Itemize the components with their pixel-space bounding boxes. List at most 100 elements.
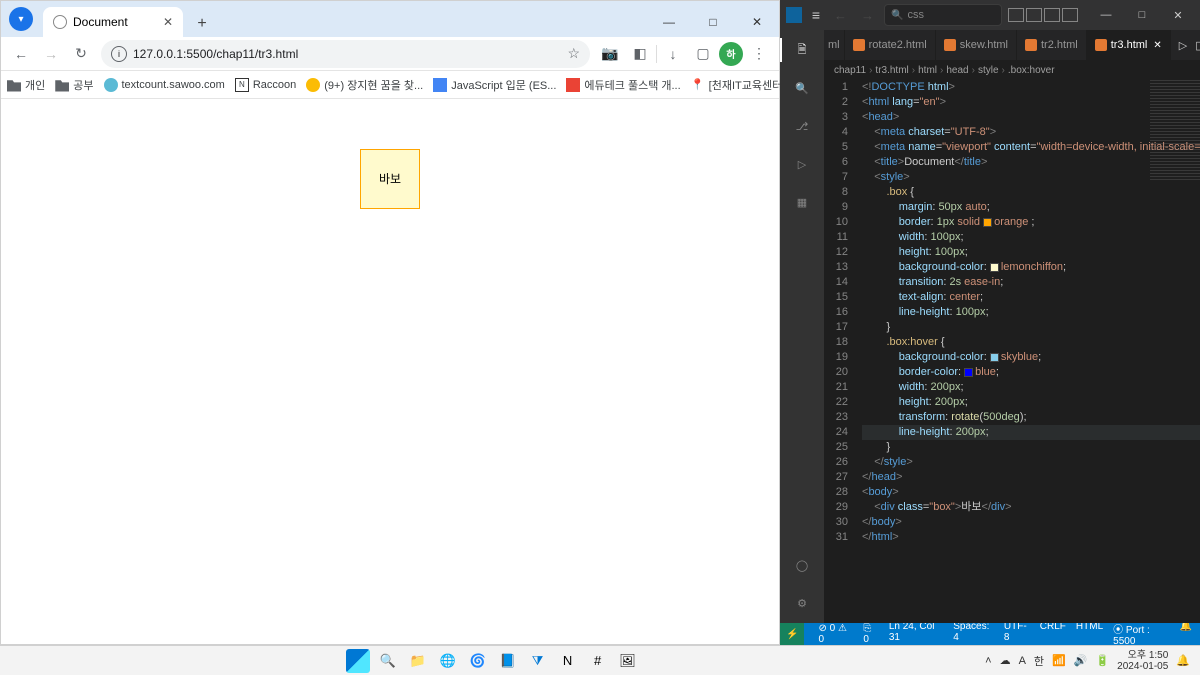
url-text: 127.0.0.1:5500/chap11/tr3.html: [133, 47, 298, 61]
chrome-toolbar: ← → ↻ i 127.0.0.1:5500/chap11/tr3.html ☆…: [1, 37, 779, 71]
wifi-icon[interactable]: 📶: [1052, 654, 1066, 667]
tab-search-button[interactable]: ▾: [9, 7, 33, 31]
profile-avatar[interactable]: 하: [719, 42, 743, 66]
favicon-icon: [53, 15, 67, 29]
vscode-logo-icon: [786, 7, 802, 23]
vscode-titlebar: ≡ ← → css — □ ✕: [780, 0, 1200, 30]
app-icon-1[interactable]: 📘: [496, 649, 520, 673]
system-tray: ˄ ☁ A 한 📶 🔊 🔋 오후 1:50 2024-01-05 🔔: [985, 650, 1190, 672]
run-icon[interactable]: ▷: [1179, 39, 1187, 52]
bookmark-item[interactable]: textcount.sawoo.com: [104, 78, 225, 92]
maximize-button[interactable]: □: [691, 7, 735, 37]
eol-status[interactable]: CRLF: [1040, 621, 1066, 647]
editor-tabs: mlrotate2.htmlskew.htmltr2.htmltr3.html✕…: [824, 30, 1200, 60]
windows-taskbar: 🔍 📁 🌐 🌀 📘 ⧩ N # 🖼 ˄ ☁ A 한 📶 🔊 🔋 오후 1:50 …: [0, 645, 1200, 675]
bookmark-item[interactable]: NRaccoon: [235, 78, 296, 92]
vscode-window-controls: — □ ✕: [1090, 9, 1194, 22]
chrome-taskbar-icon[interactable]: 🌐: [436, 649, 460, 673]
side-panel-button[interactable]: ▢: [689, 40, 717, 68]
address-bar[interactable]: i 127.0.0.1:5500/chap11/tr3.html ☆: [101, 40, 590, 68]
editor-tab[interactable]: tr2.html: [1017, 30, 1087, 60]
code-editor[interactable]: 1234567891011121314151617181920212223242…: [824, 80, 1200, 623]
file-explorer-icon[interactable]: 📁: [406, 649, 430, 673]
extensions-icon[interactable]: ◧: [626, 40, 654, 68]
search-taskbar-icon[interactable]: 🔍: [376, 649, 400, 673]
download-button[interactable]: ↓: [659, 40, 687, 68]
battery-icon[interactable]: 🔋: [1095, 654, 1109, 667]
volume-icon[interactable]: 🔊: [1074, 654, 1088, 667]
debug-icon[interactable]: ▷: [790, 152, 814, 176]
indent-status[interactable]: Spaces: 4: [953, 621, 994, 647]
new-tab-button[interactable]: +: [189, 11, 215, 37]
tab-actions: ▷ ◫ ⋯: [1171, 30, 1200, 60]
bookmark-star-icon[interactable]: ☆: [567, 45, 580, 62]
clock[interactable]: 오후 1:50 2024-01-05: [1117, 650, 1168, 672]
breadcrumb[interactable]: chap11›tr3.html›html›head›style›.box:hov…: [824, 60, 1200, 80]
status-bar: ⚡ ⊘ 0 ⚠ 0 ⎘ 0 Ln 24, Col 31 Spaces: 4 UT…: [780, 623, 1200, 645]
bookmark-item[interactable]: 에듀테크 풀스택 개...: [566, 77, 680, 93]
editor-tab[interactable]: tr3.html✕: [1087, 30, 1171, 60]
onedrive-icon[interactable]: ☁: [1000, 654, 1011, 667]
notifications-taskbar-icon[interactable]: 🔔: [1176, 654, 1190, 667]
split-icon[interactable]: ◫: [1195, 39, 1200, 52]
site-info-icon[interactable]: i: [111, 46, 127, 62]
nav-back-button[interactable]: ←: [830, 8, 851, 23]
source-control-icon[interactable]: ⎇: [790, 114, 814, 138]
vscode-window: ≡ ← → css — □ ✕ 🗎 🔍 ⎇ ▷ ▦ ◯ ⚙ mlrotate2.…: [780, 0, 1200, 645]
close-window-button[interactable]: ✕: [735, 7, 779, 37]
chrome-window: ▾ Document ✕ + — □ ✕ ← → ↻ i 127.0.0.1:5…: [0, 0, 780, 645]
chrome-window-controls: — □ ✕: [647, 7, 779, 37]
tray-chevron-icon[interactable]: ˄: [985, 655, 991, 667]
editor-tab[interactable]: ml: [824, 30, 845, 60]
forward-button[interactable]: →: [37, 40, 65, 68]
liveserver-status[interactable]: ⦿ Port : 5500: [1113, 621, 1169, 647]
page-viewport: 바보: [1, 99, 779, 644]
bookmark-item[interactable]: JavaScript 입문 (ES...: [433, 77, 556, 93]
cursor-position[interactable]: Ln 24, Col 31: [889, 621, 943, 647]
remote-indicator[interactable]: ⚡: [780, 623, 804, 645]
explorer-icon[interactable]: 🗎: [790, 38, 814, 62]
edge-taskbar-icon[interactable]: 🌀: [466, 649, 490, 673]
layout-controls[interactable]: [1008, 8, 1078, 22]
language-indicator[interactable]: 한: [1034, 653, 1044, 669]
vscode-taskbar-icon[interactable]: ⧩: [526, 649, 550, 673]
ime-mode[interactable]: A: [1019, 655, 1026, 667]
bookmark-item[interactable]: 공부: [55, 77, 93, 93]
reload-button[interactable]: ↻: [67, 40, 95, 68]
back-button[interactable]: ←: [7, 40, 35, 68]
problems-status[interactable]: ⊘ 0 ⚠ 0: [818, 623, 853, 645]
start-button[interactable]: [346, 649, 370, 673]
taskbar-apps: 🔍 📁 🌐 🌀 📘 ⧩ N # 🖼: [346, 649, 640, 673]
demo-box: 바보: [360, 149, 420, 209]
vscode-minimize-button[interactable]: —: [1090, 9, 1122, 22]
encoding-status[interactable]: UTF-8: [1004, 621, 1030, 647]
menu-button[interactable]: ⋮: [745, 40, 773, 68]
bookmark-item[interactable]: 개인: [7, 77, 45, 93]
nav-forward-button[interactable]: →: [857, 8, 878, 23]
minimap[interactable]: [1150, 80, 1200, 180]
close-tab-icon[interactable]: ✕: [163, 15, 173, 29]
editor-tab[interactable]: rotate2.html: [845, 30, 936, 60]
hamburger-menu-button[interactable]: ≡: [808, 7, 824, 23]
search-icon[interactable]: 🔍: [790, 76, 814, 100]
activity-bar: 🗎 🔍 ⎇ ▷ ▦ ◯ ⚙: [780, 30, 824, 623]
account-icon[interactable]: ◯: [790, 553, 814, 577]
vscode-maximize-button[interactable]: □: [1126, 9, 1158, 22]
minimize-button[interactable]: —: [647, 7, 691, 37]
bookmark-item[interactable]: (9+) 장지현 꿈을 찾...: [306, 77, 423, 93]
browser-tab[interactable]: Document ✕: [43, 7, 183, 37]
ports-status[interactable]: ⎘ 0: [863, 623, 878, 645]
command-search-input[interactable]: css: [884, 4, 1002, 26]
gear-icon[interactable]: ⚙: [790, 591, 814, 615]
notifications-icon[interactable]: 🔔: [1180, 621, 1192, 647]
vscode-close-button[interactable]: ✕: [1162, 9, 1194, 22]
slack-taskbar-icon[interactable]: #: [586, 649, 610, 673]
language-status[interactable]: HTML: [1076, 621, 1103, 647]
tab-title: Document: [73, 15, 128, 29]
bookmarks-bar: 개인 공부 textcount.sawoo.com NRaccoon (9+) 장지현 …: [1, 71, 779, 99]
camera-icon[interactable]: 📷: [596, 40, 624, 68]
editor-tab[interactable]: skew.html: [936, 30, 1017, 60]
notion-taskbar-icon[interactable]: N: [556, 649, 580, 673]
extensions-icon[interactable]: ▦: [790, 190, 814, 214]
app-icon-2[interactable]: 🖼: [616, 649, 640, 673]
